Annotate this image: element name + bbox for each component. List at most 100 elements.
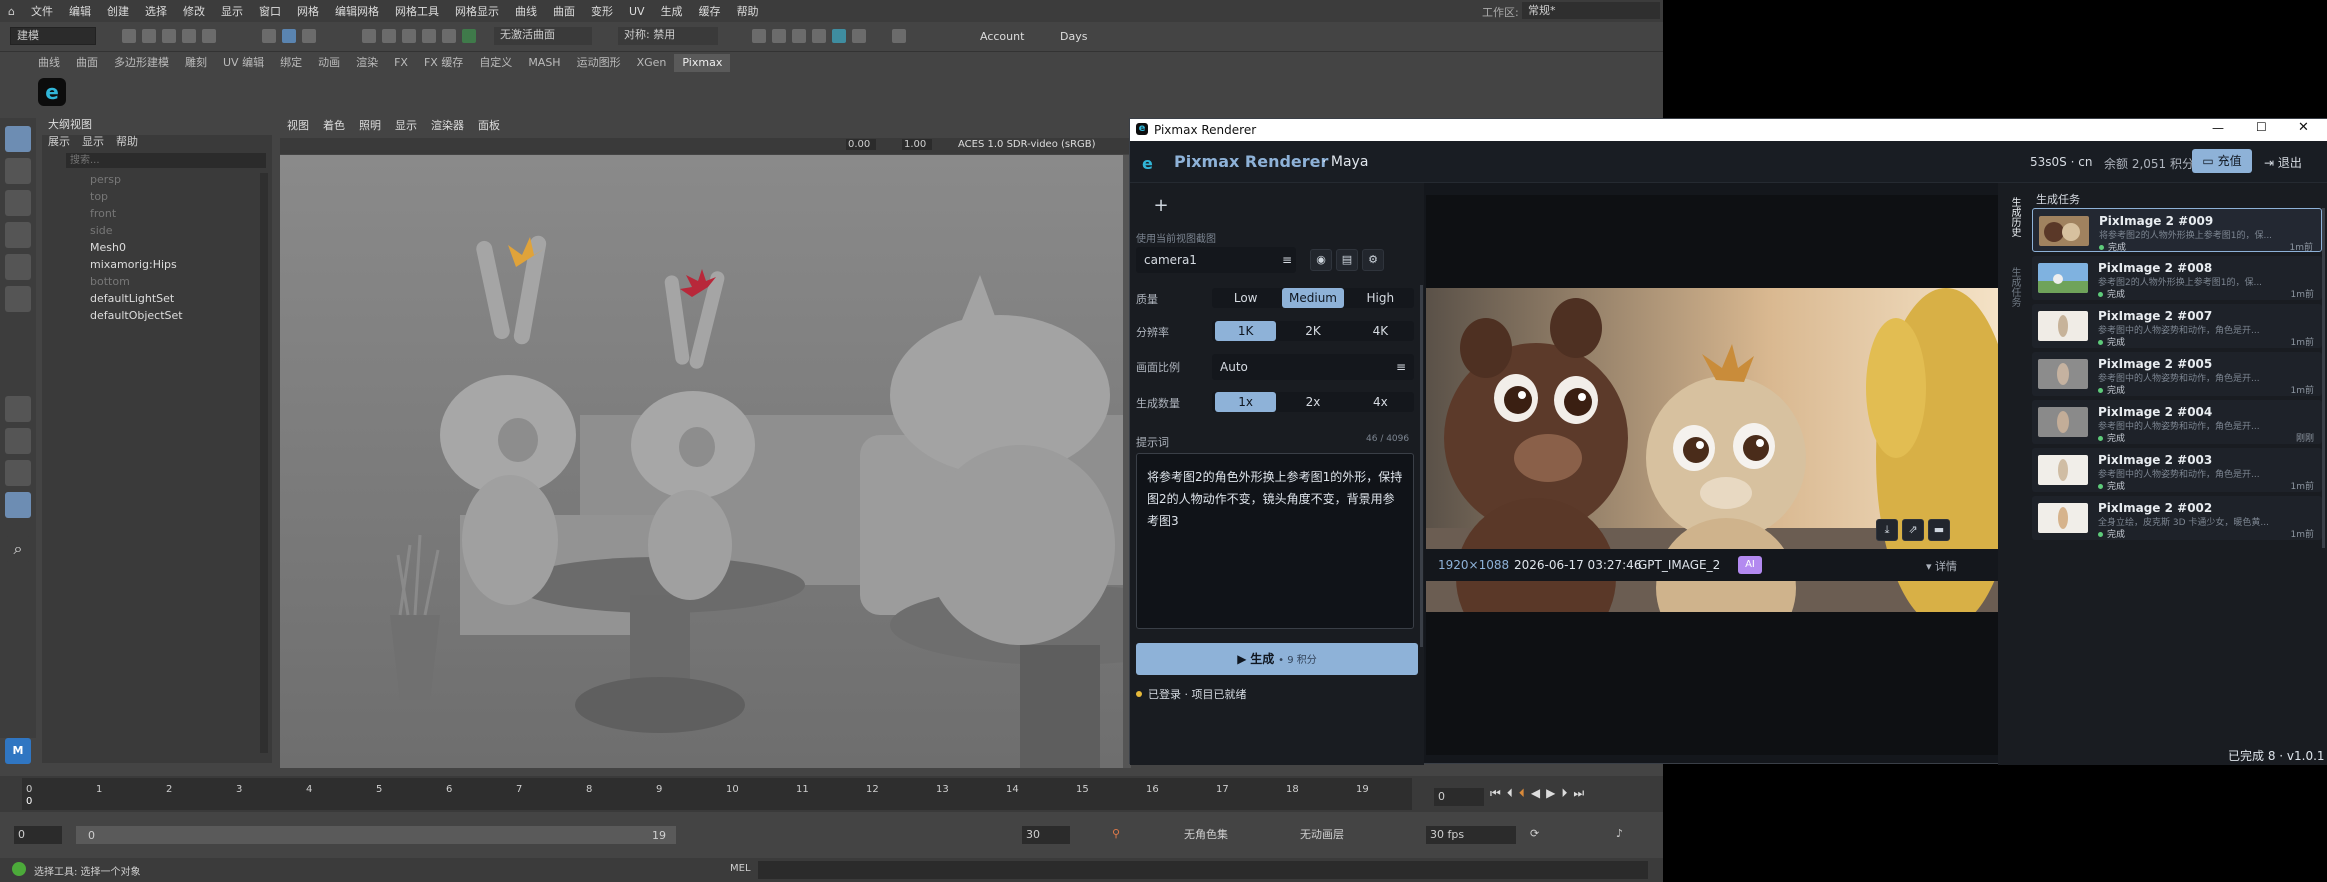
outliner-item-hips[interactable]: mixamorig:Hips [90, 258, 177, 271]
camera-select[interactable]: camera1 ≡ [1136, 247, 1296, 273]
snap-surface-icon[interactable] [442, 29, 456, 43]
auto-key-icon[interactable]: ⚲ [1112, 827, 1120, 840]
task-card[interactable]: PixImage 2 #002 全身立绘，皮克斯 3D 卡通少女，暖色黄... … [2032, 496, 2322, 540]
task-card[interactable]: PixImage 2 #003 参考图中的人物姿势和动作，角色是开... 完成 … [2032, 448, 2322, 492]
exposure-field[interactable]: 0.00 [846, 139, 876, 150]
save-scene-icon[interactable] [162, 29, 176, 43]
task-card[interactable]: PixImage 2 #009 将参考图2的人物外形换上参考图1的，保... 完… [2032, 208, 2322, 253]
start-time-field[interactable]: 0 [14, 826, 62, 844]
outliner-menu-show[interactable]: 显示 [76, 133, 110, 149]
menu-edit-mesh[interactable]: 编辑网格 [327, 3, 387, 19]
maya-home-icon[interactable]: M [5, 738, 31, 764]
resolution-4k[interactable]: 4K [1350, 321, 1411, 341]
mode-dropdown[interactable]: 建模 [10, 27, 96, 45]
mel-label[interactable]: MEL [730, 863, 751, 874]
menu-modify[interactable]: 修改 [175, 3, 213, 19]
outliner-scrollbar[interactable] [260, 173, 268, 753]
menu-create[interactable]: 创建 [99, 3, 137, 19]
menu-help[interactable]: 帮助 [729, 3, 767, 19]
loop-icon[interactable]: ⟳ [1530, 827, 1539, 840]
shelf-tab-mash[interactable]: MASH [520, 54, 568, 72]
gamma-field[interactable]: 1.00 [902, 139, 932, 150]
shelf-tab-uv[interactable]: UV 编辑 [215, 54, 272, 72]
pause-icon[interactable] [892, 29, 906, 43]
vp-menu-renderer[interactable]: 渲染器 [424, 117, 471, 133]
make-live-icon[interactable] [462, 29, 476, 43]
close-icon[interactable]: ✕ [2298, 120, 2309, 135]
camera-icon[interactable]: ◉ [1310, 249, 1332, 271]
select-component-icon[interactable] [302, 29, 316, 43]
menu-windows[interactable]: 窗口 [251, 3, 289, 19]
shelf-tab-xgen[interactable]: XGen [629, 54, 675, 72]
resolution-1k[interactable]: 1K [1215, 321, 1277, 341]
maximize-icon[interactable]: ☐ [2256, 120, 2267, 134]
sound-icon[interactable]: ♪ [1616, 827, 1623, 840]
external-link-icon[interactable]: ⇗ [1902, 519, 1924, 541]
quality-high[interactable]: High [1350, 288, 1411, 308]
shelf-tab-animation[interactable]: 动画 [310, 54, 348, 72]
menu-uv[interactable]: UV [621, 5, 653, 18]
outliner-item-light-set[interactable]: defaultLightSet [90, 292, 174, 305]
outliner-layout-icon[interactable] [5, 492, 31, 518]
select-hierarchy-icon[interactable] [262, 29, 276, 43]
current-frame-marker[interactable]: 0 [26, 796, 32, 807]
aspect-select[interactable]: Auto ≡ [1212, 354, 1414, 380]
task-card[interactable]: PixImage 2 #004 参考图中的人物姿势和动作，角色是开... 完成 … [2032, 400, 2322, 444]
shelf-tab-curves[interactable]: 曲线 [30, 54, 68, 72]
add-reference-button[interactable]: + [1136, 189, 1186, 223]
menu-edit[interactable]: 编辑 [61, 3, 99, 19]
two-view-icon[interactable] [5, 460, 31, 486]
hypershade-icon[interactable] [812, 29, 826, 43]
logout-button[interactable]: ⇥ 退出 [2264, 154, 2302, 171]
shelf-tab-sculpt[interactable]: 雕刻 [177, 54, 215, 72]
outliner-item-bottom[interactable]: bottom [90, 275, 130, 288]
count-1x[interactable]: 1x [1215, 392, 1277, 412]
maya-logo-icon[interactable]: ⌂ [0, 5, 23, 18]
shelf-tab-poly[interactable]: 多边形建模 [106, 54, 177, 72]
shelf-tab-rendering[interactable]: 渲染 [348, 54, 386, 72]
go-to-start-icon[interactable]: ⏮ [1490, 786, 1501, 801]
undo-icon[interactable] [182, 29, 196, 43]
outliner-item-front[interactable]: front [90, 207, 116, 220]
search-icon[interactable]: ⌕ [5, 536, 31, 562]
rotate-tool-icon[interactable] [5, 254, 31, 280]
step-back-frame-icon[interactable]: ⏴ [1519, 786, 1525, 801]
step-back-key-icon[interactable]: ⏴ [1507, 786, 1513, 801]
open-scene-icon[interactable] [142, 29, 156, 43]
film-icon[interactable]: ▤ [1336, 249, 1358, 271]
anim-layer-dropdown[interactable]: 无动画层 [1300, 826, 1400, 844]
menu-display[interactable]: 显示 [213, 3, 251, 19]
menu-select[interactable]: 选择 [137, 3, 175, 19]
redo-icon[interactable] [202, 29, 216, 43]
vp-menu-view[interactable]: 视图 [280, 117, 316, 133]
live-surface-field[interactable]: 无激活曲面 [494, 27, 592, 45]
play-backward-icon[interactable]: ◀ [1531, 786, 1540, 801]
render-settings-icon[interactable] [792, 29, 806, 43]
outliner-item-side[interactable]: side [90, 224, 113, 237]
count-2x[interactable]: 2x [1282, 392, 1343, 412]
task-card[interactable]: PixImage 2 #005 参考图中的人物姿势和动作，角色是开... 完成 … [2032, 352, 2322, 396]
scale-tool-icon[interactable] [5, 286, 31, 312]
generate-button[interactable]: ▶ 生成 • 9 积分 [1136, 643, 1418, 675]
end-time-field[interactable]: 30 [1022, 826, 1070, 844]
perspective-viewport[interactable] [280, 155, 1131, 768]
select-object-icon[interactable] [282, 29, 296, 43]
task-card[interactable]: PixImage 2 #007 参考图中的人物姿势和动作，角色是开... 完成 … [2032, 304, 2322, 348]
outliner-item-top[interactable]: top [90, 190, 108, 203]
arnold-view-icon[interactable] [852, 29, 866, 43]
menu-cache[interactable]: 缓存 [691, 3, 729, 19]
colorspace-label[interactable]: ACES 1.0 SDR-video (sRGB) [958, 139, 1096, 150]
outliner-search-input[interactable] [66, 153, 266, 168]
shelf-tab-custom[interactable]: 自定义 [471, 54, 520, 72]
quality-medium[interactable]: Medium [1282, 288, 1344, 308]
menu-surfaces[interactable]: 曲面 [545, 3, 583, 19]
snap-curve-icon[interactable] [382, 29, 396, 43]
menu-deform[interactable]: 变形 [583, 3, 621, 19]
outliner-menu-display[interactable]: 展示 [42, 133, 76, 149]
workspace-dropdown[interactable]: 常规* [1522, 2, 1660, 19]
tasks-scrollbar[interactable] [2322, 208, 2325, 548]
outliner-item-persp[interactable]: persp [90, 173, 121, 186]
minimize-icon[interactable]: — [2212, 121, 2224, 135]
details-toggle[interactable]: ▾ 详情 [1926, 558, 1957, 574]
play-forward-icon[interactable]: ▶ [1546, 786, 1555, 801]
